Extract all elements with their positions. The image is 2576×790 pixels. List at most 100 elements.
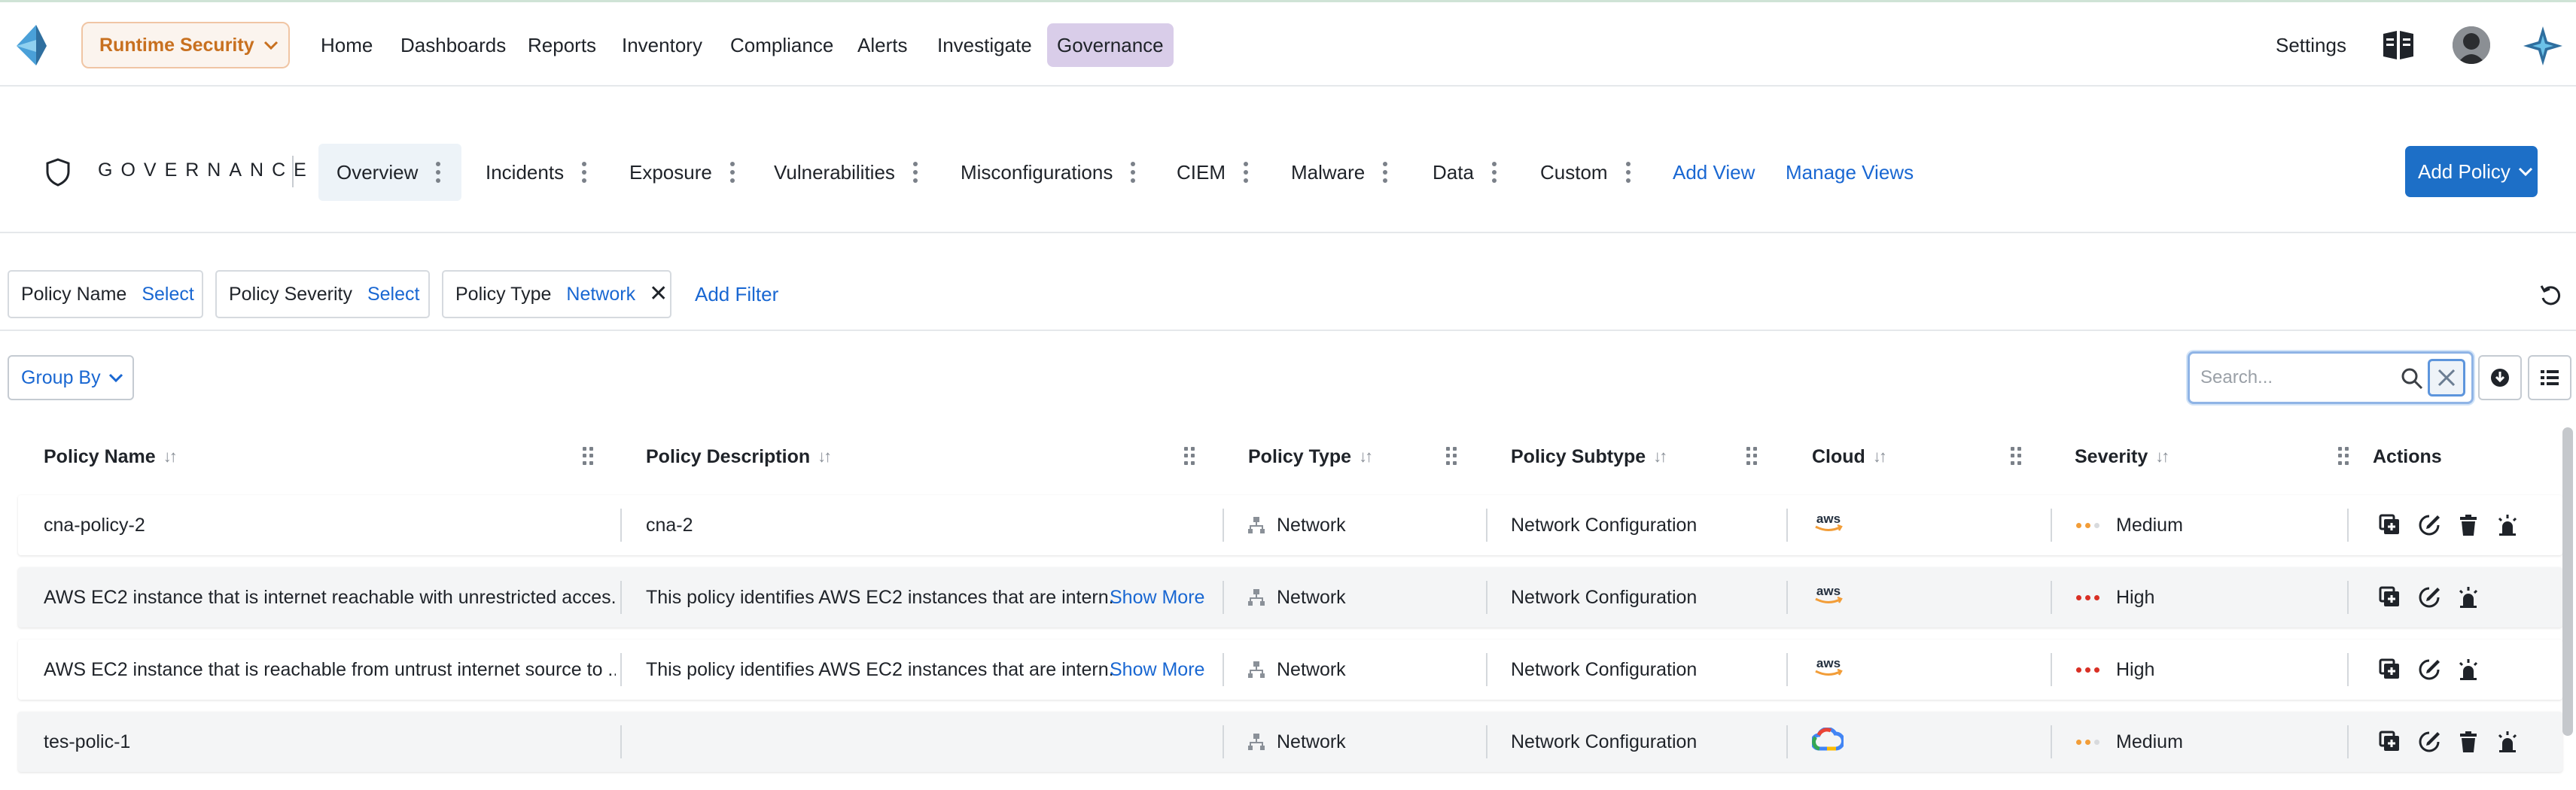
- columns-button[interactable]: [2528, 355, 2571, 400]
- filter-policy-type[interactable]: Policy Type Network ✕: [442, 270, 671, 318]
- table-row[interactable]: AWS EC2 instance that is reachable from …: [18, 640, 2562, 700]
- kebab-menu-icon[interactable]: [582, 162, 587, 183]
- download-button[interactable]: [2478, 355, 2522, 400]
- row-actions: [2378, 640, 2480, 700]
- edit-icon[interactable]: [2417, 658, 2441, 682]
- tab-custom[interactable]: Custom: [1522, 144, 1631, 201]
- clone-icon[interactable]: [2378, 730, 2402, 754]
- alarm-icon[interactable]: [2456, 585, 2480, 609]
- nav-reports[interactable]: Reports: [518, 23, 606, 67]
- delete-icon[interactable]: [2456, 513, 2480, 537]
- nav-compliance[interactable]: Compliance: [720, 23, 843, 67]
- add-view-link[interactable]: Add View: [1673, 144, 1755, 201]
- filter-label: Policy Name: [21, 283, 127, 305]
- sort-icon[interactable]: ↓↑: [818, 447, 832, 466]
- kebab-menu-icon[interactable]: [1244, 162, 1248, 183]
- tab-ciem[interactable]: CIEM: [1159, 144, 1248, 201]
- column-header-policy-type[interactable]: Policy Type ↓↑: [1248, 429, 1373, 485]
- cell-severity: High: [2076, 567, 2332, 627]
- tab-data[interactable]: Data: [1414, 144, 1497, 201]
- kebab-menu-icon[interactable]: [1625, 162, 1631, 183]
- filter-policy-severity[interactable]: Policy Severity Select: [215, 270, 430, 318]
- filter-policy-name[interactable]: Policy Name Select: [8, 270, 203, 318]
- severity-text: Medium: [2116, 731, 2183, 752]
- kebab-menu-icon[interactable]: [912, 162, 918, 183]
- column-header-policy-name[interactable]: Policy Name ↓↑: [44, 429, 178, 485]
- tab-malware[interactable]: Malware: [1273, 144, 1388, 201]
- svg-text:aws: aws: [1816, 584, 1841, 598]
- sparkle-icon[interactable]: [2522, 25, 2564, 67]
- drag-handle-icon[interactable]: [2338, 447, 2349, 465]
- edit-icon[interactable]: [2417, 513, 2441, 537]
- nav-dashboards[interactable]: Dashboards: [391, 23, 516, 67]
- drag-handle-icon[interactable]: [1184, 447, 1195, 465]
- column-header-label: Policy Name: [44, 445, 156, 467]
- kebab-menu-icon[interactable]: [729, 162, 735, 183]
- tab-incidents[interactable]: Incidents: [467, 144, 587, 201]
- table-row[interactable]: cna-policy-2 cna-2 Network Network Configur…: [18, 495, 2562, 555]
- filter-value[interactable]: Select: [142, 284, 193, 305]
- column-header-severity[interactable]: Severity ↓↑: [2075, 429, 2170, 485]
- sort-icon[interactable]: ↓↑: [1873, 447, 1887, 466]
- alarm-icon[interactable]: [2495, 513, 2520, 537]
- column-header-policy-description[interactable]: Policy Description ↓↑: [646, 429, 832, 485]
- add-filter-link[interactable]: Add Filter: [695, 270, 778, 318]
- column-header-policy-subtype[interactable]: Policy Subtype ↓↑: [1511, 429, 1667, 485]
- product-switcher[interactable]: Runtime Security: [81, 22, 290, 68]
- sort-icon[interactable]: ↓↑: [163, 447, 178, 466]
- kebab-menu-icon[interactable]: [436, 162, 441, 183]
- reset-icon[interactable]: [2538, 283, 2564, 308]
- show-more-link[interactable]: Show More: [1110, 640, 1204, 700]
- settings-link[interactable]: Settings: [2276, 23, 2346, 67]
- prisma-logo-icon[interactable]: [14, 23, 48, 67]
- filter-value[interactable]: Select: [367, 284, 419, 305]
- tab-vulnerabilities[interactable]: Vulnerabilities: [756, 144, 918, 201]
- book-icon[interactable]: [2381, 29, 2416, 61]
- nav-inventory[interactable]: Inventory: [612, 23, 712, 67]
- alarm-icon[interactable]: [2456, 658, 2480, 682]
- network-icon: [1248, 589, 1265, 606]
- sort-icon[interactable]: ↓↑: [1653, 447, 1667, 466]
- tab-misconfigurations[interactable]: Misconfigurations: [942, 144, 1136, 201]
- show-more-link[interactable]: Show More: [1110, 567, 1204, 627]
- search-icon[interactable]: [2401, 367, 2423, 390]
- drag-handle-icon[interactable]: [1446, 447, 1457, 465]
- drag-handle-icon[interactable]: [1746, 447, 1757, 465]
- clear-search-button[interactable]: [2428, 359, 2465, 397]
- tab-exposure[interactable]: Exposure: [611, 144, 735, 201]
- column-divider: [1486, 653, 1487, 686]
- manage-views-link[interactable]: Manage Views: [1786, 144, 1914, 201]
- tab-overview[interactable]: Overview: [318, 144, 461, 201]
- edit-icon[interactable]: [2417, 585, 2441, 609]
- alarm-icon[interactable]: [2495, 730, 2520, 754]
- edit-icon[interactable]: [2417, 730, 2441, 754]
- kebab-menu-icon[interactable]: [1491, 162, 1497, 183]
- nav-alerts[interactable]: Alerts: [848, 23, 917, 67]
- avatar[interactable]: [2453, 26, 2490, 64]
- drag-handle-icon[interactable]: [583, 447, 593, 465]
- table-row[interactable]: AWS EC2 instance that is internet reacha…: [18, 567, 2562, 627]
- column-header-cloud[interactable]: Cloud ↓↑: [1812, 429, 1887, 485]
- policy-type-text: Network: [1277, 731, 1346, 752]
- clone-icon[interactable]: [2378, 585, 2402, 609]
- group-by-button[interactable]: Group By: [8, 355, 134, 400]
- drag-handle-icon[interactable]: [2011, 447, 2021, 465]
- kebab-menu-icon[interactable]: [1383, 162, 1388, 183]
- table-row[interactable]: tes-polic-1 Network Network Configuration M…: [18, 712, 2562, 772]
- delete-icon[interactable]: [2456, 730, 2480, 754]
- search-input[interactable]: [2200, 361, 2389, 394]
- nav-governance[interactable]: Governance: [1047, 23, 1174, 67]
- close-icon[interactable]: ✕: [649, 283, 668, 305]
- sort-icon[interactable]: ↓↑: [2155, 447, 2170, 466]
- kebab-menu-icon[interactable]: [1131, 162, 1136, 183]
- column-divider: [1786, 509, 1788, 542]
- filter-value[interactable]: Network: [566, 284, 635, 305]
- clone-icon[interactable]: [2378, 513, 2402, 537]
- nav-investigate[interactable]: Investigate: [927, 23, 1042, 67]
- add-policy-button[interactable]: Add Policy: [2405, 146, 2538, 197]
- sort-icon[interactable]: ↓↑: [1359, 447, 1373, 466]
- clone-icon[interactable]: [2378, 658, 2402, 682]
- nav-home[interactable]: Home: [311, 23, 382, 67]
- vertical-scrollbar[interactable]: [2562, 427, 2573, 736]
- cell-cloud: aws: [1812, 640, 2038, 700]
